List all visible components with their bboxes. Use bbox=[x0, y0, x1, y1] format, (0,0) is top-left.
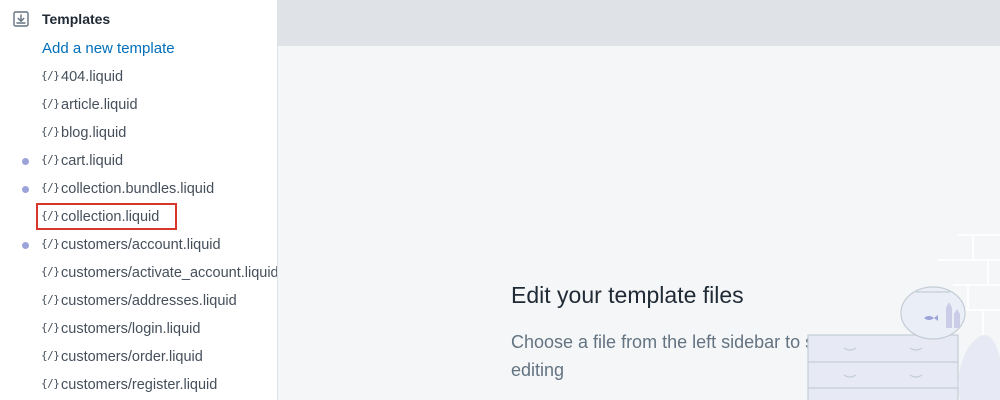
modified-dot-icon bbox=[22, 186, 29, 193]
editor-main: Edit your template files Choose a file f… bbox=[278, 0, 1000, 400]
code-file-icon: {/} bbox=[41, 97, 60, 110]
file-name: customers/order.liquid bbox=[61, 349, 203, 365]
add-template-link[interactable]: Add a new template bbox=[42, 40, 175, 57]
file-name: customers/account.liquid bbox=[61, 237, 221, 253]
folder-download-icon bbox=[13, 11, 29, 27]
code-file-icon: {/} bbox=[41, 181, 60, 194]
editor-tab-bar bbox=[278, 0, 1000, 46]
file-item[interactable]: {/} article.liquid bbox=[0, 91, 277, 119]
file-name: article.liquid bbox=[61, 97, 138, 113]
section-title: Templates bbox=[42, 11, 111, 27]
file-name: 404.liquid bbox=[61, 69, 124, 85]
file-name: customers/addresses.liquid bbox=[61, 293, 237, 309]
file-sidebar: Templates Add a new template {/} 404.liqu… bbox=[0, 0, 278, 400]
file-item[interactable]: {/} customers/login.liquid bbox=[0, 315, 277, 343]
file-item[interactable]: {/} 404.liquid bbox=[0, 63, 277, 91]
file-item[interactable]: {/} customers/account.liquid bbox=[0, 231, 277, 259]
file-name: cart.liquid bbox=[61, 153, 124, 169]
code-file-icon: {/} bbox=[41, 349, 60, 362]
file-item[interactable]: {/} customers/order.liquid bbox=[0, 343, 277, 371]
file-item[interactable]: {/} blog.liquid bbox=[0, 119, 277, 147]
code-file-icon: {/} bbox=[41, 265, 60, 278]
code-file-icon: {/} bbox=[41, 69, 60, 82]
file-item[interactable]: {/} customers/activate_account.liquid bbox=[0, 259, 278, 287]
file-name: blog.liquid bbox=[61, 125, 127, 141]
code-file-icon: {/} bbox=[41, 125, 60, 138]
modified-dot-icon bbox=[22, 242, 29, 249]
code-file-icon: {/} bbox=[41, 377, 60, 390]
file-item[interactable]: {/} collection.bundles.liquid bbox=[0, 175, 277, 203]
code-file-icon: {/} bbox=[41, 153, 60, 166]
templates-section-header[interactable]: Templates bbox=[0, 5, 277, 33]
file-name: customers/activate_account.liquid bbox=[61, 265, 278, 281]
code-file-icon: {/} bbox=[41, 237, 60, 250]
file-name: customers/login.liquid bbox=[61, 321, 201, 337]
code-file-icon: {/} bbox=[41, 293, 60, 306]
file-item[interactable]: {/} customers/register.liquid bbox=[0, 371, 277, 399]
theme-code-editor: Templates Add a new template {/} 404.liqu… bbox=[0, 0, 1000, 400]
empty-state-title: Edit your template files bbox=[511, 282, 744, 308]
file-name: collection.liquid bbox=[61, 209, 160, 225]
file-item[interactable]: {/} customers/addresses.liquid bbox=[0, 287, 277, 315]
modified-dot-icon bbox=[22, 158, 29, 165]
code-file-icon: {/} bbox=[41, 209, 60, 222]
file-name: customers/register.liquid bbox=[61, 377, 218, 393]
code-file-icon: {/} bbox=[41, 321, 60, 334]
empty-state-illustration bbox=[807, 234, 1000, 400]
template-file-list: {/} 404.liquid {/} article.liquid {/} blog.li… bbox=[0, 63, 277, 399]
file-name: collection.bundles.liquid bbox=[61, 181, 215, 197]
file-item[interactable]: {/} collection.liquid bbox=[0, 203, 277, 231]
file-item[interactable]: {/} cart.liquid bbox=[0, 147, 277, 175]
